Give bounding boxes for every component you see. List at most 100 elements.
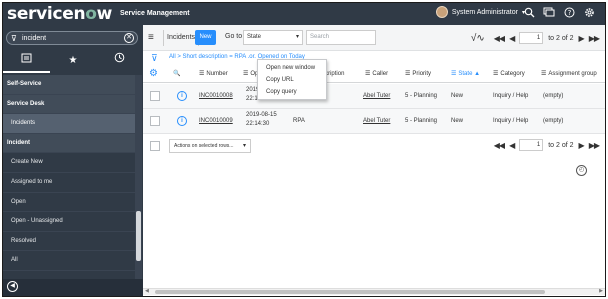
funnel-icon[interactable]: ⊽ [151,53,158,64]
preview-info-icon[interactable]: i [177,91,187,101]
nav-item-incidents[interactable]: Incidents [3,114,135,134]
preview-info-icon[interactable]: i [177,116,187,126]
menu-item-open-new-window[interactable]: Open new window [258,62,326,74]
column-header-caller[interactable]: ☰ Caller [365,70,388,77]
opened-time: 22:14:30 [246,121,270,127]
table-row[interactable]: i INC0010009 2019-08-15 22:14:30 RPA Abe… [143,109,605,134]
favorites-icon: ★ [68,55,78,66]
next-page-icon[interactable]: ▶ [579,34,585,43]
application-navigator: ⊽ incident ✕ ★ Self-Service Service Desk… [3,25,143,296]
bottom-pager: ◀◀ ◀ 1 to 2 of 2 ▶ ▶▶ [494,139,600,151]
horizontal-scrollbar[interactable]: ◀ ▶ [143,288,605,295]
list-toolbar: ≡ Incidents New Go to State ▾ Search √∿ ◀… [143,25,605,51]
clock-icon[interactable]: ◴ [576,165,587,176]
next-page-icon[interactable]: ▶ [579,141,585,150]
actions-select-label: Actions on selected rows... [174,143,234,149]
scroll-right-icon[interactable]: ▶ [599,288,603,294]
list-menu-icon[interactable]: ≡ [148,32,154,43]
all-apps-tab[interactable] [3,51,50,73]
nav-item-all[interactable]: All [3,251,135,271]
actions-select[interactable]: Actions on selected rows... ▾ [169,139,251,153]
nav-item-create-new[interactable]: Create New [3,153,135,173]
favorites-tab[interactable]: ★ [50,51,97,73]
column-header-category[interactable]: ☰ Category [493,70,525,77]
scroll-left-icon[interactable]: ◀ [145,288,149,294]
history-icon [114,52,125,63]
row-checkbox[interactable] [150,116,160,126]
column-header-priority[interactable]: ☰ Priority [405,70,431,77]
nav-item-self-service[interactable]: Self-Service [3,75,135,95]
navigator-filter[interactable]: ⊽ incident ✕ [6,31,138,45]
short-description: RPA [293,118,305,124]
navigator-tabs: ★ [3,51,143,73]
page-input[interactable]: 1 [519,139,544,151]
column-header-number[interactable]: ☰ Number [199,70,228,77]
incident-number-link[interactable]: INC0010008 [199,93,233,99]
menu-item-copy-query[interactable]: Copy query [258,86,326,98]
nav-item-open[interactable]: Open [3,193,135,213]
chevron-down-icon: ▾ [242,143,246,149]
nav-item-open-unassigned[interactable]: Open - Unassigned [3,212,135,232]
row-checkbox[interactable] [150,91,160,101]
goto-label: Go to [225,33,243,40]
banner-icons: ? [523,7,595,19]
avatar [435,6,448,18]
list-title[interactable]: Incidents [163,30,200,46]
list-header: ⚙ 🔍 ☰Number ☰Opened ☰Short description ☰… [143,65,605,83]
filter-breadcrumb-row: ⊽ All > Short description = RPA .or. Ope… [143,51,605,65]
search-input[interactable]: Search [306,30,376,45]
search-icon[interactable] [523,7,535,19]
last-page-icon[interactable]: ▶▶ [589,141,600,150]
top-banner: servicenow Service Management System Adm… [3,3,605,25]
opened-date: 2019-08-15 [246,112,277,118]
last-page-icon[interactable]: ▶▶ [589,34,600,43]
history-tab[interactable] [96,51,143,73]
previous-page-icon[interactable]: ◀ [509,141,515,150]
goto-field-select[interactable]: State ▾ [243,30,303,45]
help-icon[interactable]: ? [563,7,575,19]
category-value: Inquiry / Help [493,118,529,124]
servicenow-logo[interactable]: servicenow [7,4,112,24]
filter-input[interactable]: incident [22,35,46,42]
user-menu[interactable]: System Administrator ▾ [435,6,525,18]
column-header-assignment-group[interactable]: ☰ Assignment group [541,70,597,77]
list-content: ≡ Incidents New Go to State ▾ Search √∿ ◀… [143,25,605,296]
new-button[interactable]: New [195,30,216,45]
caller-link[interactable]: Abel Tuter [363,93,390,99]
search-column-icon[interactable]: 🔍 [173,70,180,77]
menu-item-copy-url[interactable]: Copy URL [258,74,326,86]
priority-value: 5 - Planning [405,118,438,124]
scrollbar-thumb[interactable] [155,290,545,294]
assignment-group-value: (empty) [543,118,564,124]
activity-stream-icon[interactable]: √∿ [471,33,485,44]
user-name: System Administrator [451,8,518,16]
top-pager: √∿ ◀◀ ◀ 1 to 2 of 2 ▶ ▶▶ [471,30,600,46]
table-row[interactable]: i INC0010008 2019-08-15 22:1?:?? Abel Tu… [143,84,605,109]
nav-item-service-desk[interactable]: Service Desk [3,94,135,115]
column-header-state[interactable]: ☰ State ▲ [451,70,480,77]
gear-icon[interactable]: ⚙ [149,68,158,79]
scrollbar-thumb[interactable] [136,211,141,261]
page-input[interactable]: 1 [519,32,544,44]
gear-icon[interactable] [583,7,595,19]
nav-item-assigned-to-me[interactable]: Assigned to me [3,173,135,193]
assignment-group-value: (empty) [543,93,564,99]
page-total: to 2 of 2 [548,34,574,42]
first-page-icon[interactable]: ◀◀ [494,34,505,43]
list-footer: Actions on selected rows... ▾ ◀◀ ◀ 1 to 2… [143,137,605,155]
state-value: New [451,93,464,99]
incident-number-link[interactable]: INC0010009 [199,118,233,124]
caller-link[interactable]: Abel Tuter [363,118,390,124]
page-total: to 2 of 2 [548,141,574,149]
chat-icon[interactable] [543,7,555,19]
previous-page-icon[interactable]: ◀ [509,34,515,43]
nav-item-resolved[interactable]: Resolved [3,232,135,252]
navigator-scrollbar[interactable] [135,75,142,287]
collapse-navigator-icon[interactable]: ◀ [7,281,18,292]
svg-text:?: ? [567,9,571,17]
nav-item-incident[interactable]: Incident [3,133,135,154]
select-all-checkbox[interactable] [150,141,160,151]
priority-value: 5 - Planning [405,93,438,99]
clear-filter-icon[interactable]: ✕ [124,33,134,43]
first-page-icon[interactable]: ◀◀ [494,141,505,150]
